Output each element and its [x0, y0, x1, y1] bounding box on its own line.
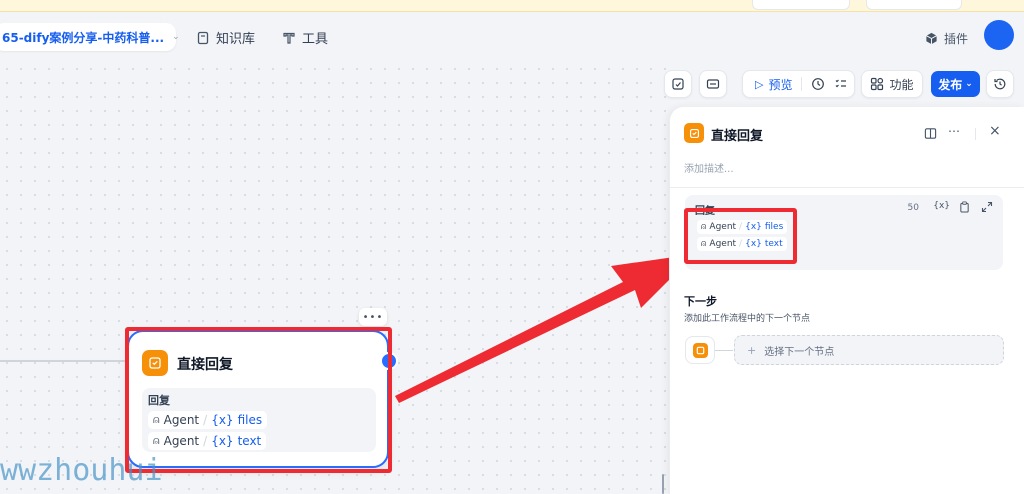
preview-group: ▷ 预览: [742, 70, 855, 98]
panel-title: 直接回复: [711, 129, 764, 144]
plugin-label: 插件: [943, 32, 968, 46]
nav-tools-label: 工具: [302, 32, 329, 47]
more-icon[interactable]: ⋯: [948, 124, 961, 138]
book-icon: [197, 31, 209, 44]
features-button[interactable]: 功能: [861, 70, 923, 98]
select-next-node-button[interactable]: + 选择下一个节点: [734, 335, 1004, 365]
notice-button-secondary[interactable]: [752, 0, 850, 10]
chevron-down-icon: ⌄: [965, 79, 973, 89]
version-history-button[interactable]: [986, 70, 1014, 98]
env-icon: [706, 79, 720, 89]
nav-knowledge[interactable]: 知识库: [196, 28, 255, 47]
app-title: 65-dify案例分享-中药科普...: [2, 30, 165, 45]
close-icon[interactable]: ×: [989, 123, 1001, 139]
env-button[interactable]: [699, 70, 727, 98]
publish-button[interactable]: 发布 ⌄: [931, 71, 980, 97]
avatar[interactable]: [984, 20, 1014, 50]
incoming-edge: [0, 360, 127, 362]
history-run-icon[interactable]: [811, 77, 825, 91]
history-icon: [994, 78, 1006, 90]
node-more-button[interactable]: •••: [359, 308, 387, 326]
plugin-button[interactable]: 插件: [925, 30, 968, 47]
features-label: 功能: [889, 77, 914, 92]
notice-button-primary[interactable]: [866, 0, 962, 10]
docs-icon[interactable]: [924, 127, 937, 140]
highlight-box-panel: [684, 208, 797, 264]
next-step-title: 下一步: [684, 295, 717, 308]
notice-banner: [0, 0, 1024, 12]
copy-icon[interactable]: [959, 201, 970, 213]
current-node-thumb: [685, 336, 715, 364]
tool-icon: [283, 32, 295, 44]
reply-icon: [684, 123, 704, 143]
publish-label: 发布: [938, 77, 963, 92]
watermark: wwzhouhui: [0, 453, 163, 488]
reply-icon: [692, 342, 708, 358]
preview-label[interactable]: 预览: [768, 76, 792, 93]
edit-check-icon: [672, 78, 684, 90]
canvas-scrollbar[interactable]: [662, 474, 664, 494]
nav-tools[interactable]: 工具: [282, 28, 328, 47]
next-step-desc: 添加此工作流程中的下一个节点: [684, 314, 811, 324]
checklist-button[interactable]: [664, 70, 692, 98]
features-icon: [871, 77, 884, 91]
cube-icon: [926, 32, 937, 45]
char-count: 50: [907, 203, 919, 213]
description-input[interactable]: 添加描述...: [684, 160, 734, 175]
play-icon: ▷: [755, 77, 764, 91]
top-header: 65-dify案例分享-中药科普... ⌄ 知识库 工具 插件: [0, 12, 1024, 62]
plus-icon: +: [747, 343, 757, 357]
highlight-box-node: [125, 327, 392, 473]
app-switcher[interactable]: 65-dify案例分享-中药科普... ⌄: [0, 23, 180, 51]
expand-icon[interactable]: [981, 201, 993, 213]
annotation-arrow: [395, 254, 695, 403]
insert-variable-icon[interactable]: {x}: [933, 201, 950, 211]
nav-knowledge-label: 知识库: [216, 32, 256, 47]
node-config-panel: 直接回复 ⋯ × 添加描述... 回复 50 {x} ⍝ Agent / {x}…: [669, 107, 1024, 494]
checklist-icon[interactable]: [834, 77, 848, 91]
chevron-down-icon: ⌄: [172, 32, 180, 42]
select-next-label: 选择下一个节点: [764, 346, 835, 358]
